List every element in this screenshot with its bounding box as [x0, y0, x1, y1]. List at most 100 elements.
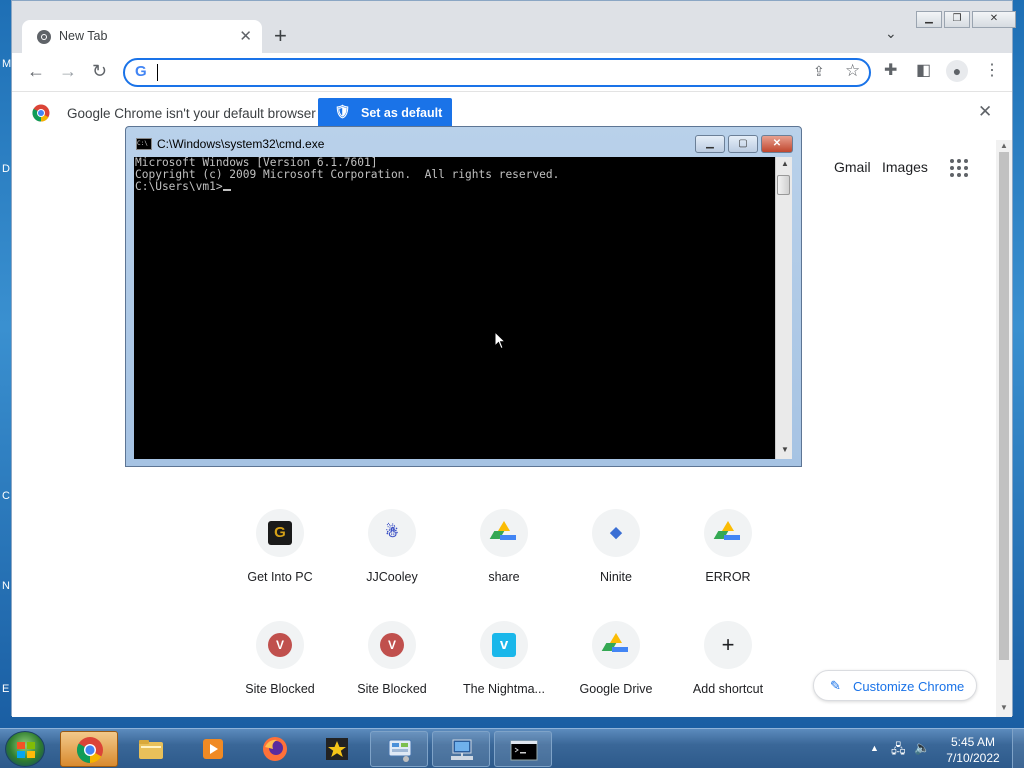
shortcut-label: Add shortcut	[692, 682, 764, 696]
console-output[interactable]: Microsoft Windows [Version 6.1.7601] Copy…	[134, 157, 775, 459]
cmd-scrollbar[interactable]: ▲ ▼	[775, 157, 792, 459]
new-tab-button[interactable]: +	[274, 23, 287, 49]
taskbar-chrome[interactable]	[60, 731, 118, 767]
clock-time[interactable]: 5:45 AM	[940, 735, 1006, 749]
taskbar-control-panel[interactable]	[370, 731, 428, 767]
shortcut-tile[interactable]: ☃ JJCooley	[336, 509, 448, 621]
cmd-maximize-button[interactable]: ▢	[728, 135, 758, 153]
console-cursor	[222, 189, 231, 191]
desktop-icon-label[interactable]: E	[2, 683, 9, 695]
shortcut-tile[interactable]: V Site Blocked	[224, 621, 336, 733]
taskbar-movie-maker[interactable]	[308, 731, 366, 767]
tray-overflow-icon[interactable]: ▲	[870, 743, 879, 753]
shortcut-label: ERROR	[705, 570, 751, 584]
page-scrollbar[interactable]: ▲ ▼	[996, 140, 1012, 717]
ninite-icon: ◆	[610, 524, 622, 541]
scroll-down-icon[interactable]: ▼	[1000, 703, 1008, 712]
minimize-button[interactable]: ▁	[916, 11, 942, 28]
scrollbar-thumb[interactable]	[777, 175, 790, 195]
google-drive-icon	[713, 521, 740, 545]
infobar-close-icon[interactable]: ✕	[978, 102, 992, 122]
tab-strip: New Tab ✕ + ⌄ ▁ ❐ ✕	[12, 1, 1016, 54]
cmd-window[interactable]: C:\ C:\Windows\system32\cmd.exe ▁ ▢ ✕ Mi…	[125, 126, 802, 467]
share-icon[interactable]: ⇪	[813, 63, 825, 80]
shortcut-tile[interactable]: V Site Blocked	[336, 621, 448, 733]
cmd-minimize-button[interactable]: ▁	[695, 135, 725, 153]
shortcut-tile[interactable]: v The Nightma...	[448, 621, 560, 733]
desktop-icon-label[interactable]: C	[2, 490, 10, 502]
close-button[interactable]: ✕	[972, 11, 1016, 28]
scroll-up-icon[interactable]: ▲	[781, 159, 789, 168]
taskbar-explorer[interactable]	[122, 731, 180, 767]
restore-button[interactable]: ❐	[944, 11, 970, 28]
google-drive-icon	[489, 521, 516, 545]
clock-date[interactable]: 7/10/2022	[940, 751, 1006, 765]
shortcut-tile[interactable]: ◆ Ninite	[560, 509, 672, 621]
control-panel-icon	[388, 739, 412, 762]
explorer-folder-icon	[139, 740, 163, 759]
shortcut-tile[interactable]: Google Drive	[560, 621, 672, 733]
tab-search-chevron-icon[interactable]: ⌄	[885, 25, 897, 42]
shortcut-tile[interactable]: share	[448, 509, 560, 621]
profile-icon[interactable]: ●	[946, 60, 968, 82]
site-blocked-icon: V	[268, 633, 292, 657]
google-drive-icon	[601, 633, 628, 657]
extensions-icon[interactable]: ✚	[884, 62, 897, 80]
scroll-down-icon[interactable]: ▼	[781, 445, 789, 454]
chrome-icon	[76, 737, 103, 764]
shortcut-label: JJCooley	[366, 570, 418, 584]
desktop-icon-label[interactable]: N	[2, 580, 10, 592]
tab-new-tab[interactable]: New Tab ✕	[22, 20, 262, 54]
tab-close-icon[interactable]: ✕	[239, 27, 252, 45]
cmd-title: C:\Windows\system32\cmd.exe	[157, 137, 325, 151]
gmail-link[interactable]: Gmail	[834, 159, 871, 175]
taskbar: ▲ 🖧 🔈 5:45 AM 7/10/2022	[0, 728, 1024, 768]
forward-icon[interactable]: →	[59, 62, 77, 80]
cmd-icon: C:\	[136, 138, 152, 150]
customize-chrome-button[interactable]: ✎ Customize Chrome	[813, 670, 977, 701]
pencil-icon: ✎	[830, 678, 841, 693]
set-as-default-button[interactable]: 🛡 Set as default	[318, 98, 452, 128]
show-desktop-button[interactable]	[1012, 729, 1024, 768]
windows-logo-icon	[17, 742, 35, 758]
shortcut-label: Get Into PC	[247, 570, 313, 584]
shortcut-label: Ninite	[600, 570, 632, 584]
images-link[interactable]: Images	[882, 159, 928, 175]
shortcut-label: Google Drive	[579, 682, 653, 696]
taskbar-network[interactable]	[432, 731, 490, 767]
toolbar: ← → ↻ G ⇪ ☆ ✚ ◧ ● ⋮	[12, 53, 1012, 91]
console-prompt-line: C:\Users\vm1>	[135, 181, 559, 193]
media-player-icon	[203, 739, 223, 759]
tray-volume-icon[interactable]: 🔈	[914, 740, 930, 756]
desktop-icon-label[interactable]: M	[2, 58, 11, 70]
shortcut-label: Site Blocked	[245, 682, 315, 696]
cmd-close-button[interactable]: ✕	[761, 135, 793, 153]
network-computer-icon	[451, 739, 473, 760]
chrome-icon	[37, 30, 51, 44]
taskbar-media-player[interactable]	[184, 731, 242, 767]
google-apps-icon[interactable]	[950, 159, 968, 177]
shortcut-label: The Nightma...	[463, 682, 545, 696]
mouse-pointer-icon	[494, 331, 506, 350]
desktop-icon-label[interactable]: D	[2, 163, 10, 175]
tab-title: New Tab	[59, 29, 108, 43]
movie-maker-icon	[326, 738, 348, 760]
omnibox[interactable]: G ⇪ ☆	[123, 58, 871, 87]
scroll-up-icon[interactable]: ▲	[1000, 141, 1008, 150]
bookmark-star-icon[interactable]: ☆	[845, 61, 860, 81]
scrollbar-thumb[interactable]	[999, 152, 1009, 660]
shortcut-tile[interactable]: ERROR	[672, 509, 784, 621]
reload-icon[interactable]: ↻	[92, 62, 107, 80]
start-button[interactable]	[5, 731, 45, 767]
uac-shield-icon: 🛡	[334, 104, 351, 119]
taskbar-firefox[interactable]	[246, 731, 304, 767]
shortcut-tile[interactable]: G Get Into PC	[224, 509, 336, 621]
add-shortcut-tile[interactable]: + Add shortcut	[672, 621, 784, 733]
tray-network-icon[interactable]: 🖧	[891, 740, 906, 762]
infobar-message: Google Chrome isn't your default browser	[67, 106, 316, 121]
back-icon[interactable]: ←	[27, 62, 45, 80]
taskbar-cmd[interactable]	[494, 731, 552, 767]
menu-dots-icon[interactable]: ⋮	[984, 62, 1000, 80]
side-panel-icon[interactable]: ◧	[916, 62, 931, 80]
window-controls: ▁ ❐ ✕	[916, 11, 1016, 28]
